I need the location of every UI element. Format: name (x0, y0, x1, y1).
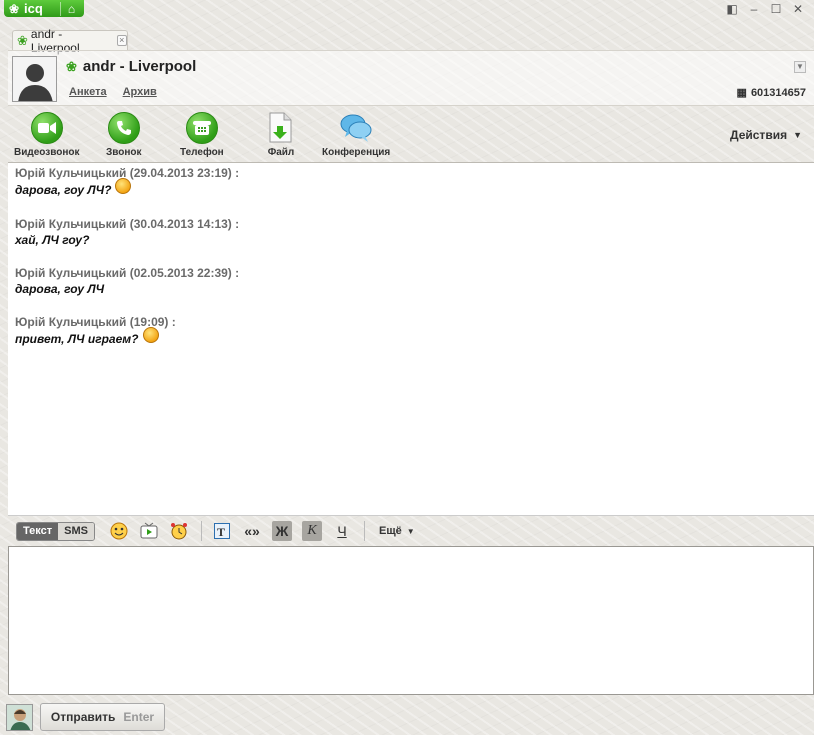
message-header: Юрій Кульчицький (30.04.2013 14:13) : (15, 217, 240, 231)
message-item: Юрій Кульчицький (29.04.2013 23:19) : да… (15, 166, 807, 200)
message-text-row: дарова, гоу ЛЧ? (15, 178, 807, 200)
restore-icon[interactable]: ◧ (724, 2, 740, 16)
phone-button[interactable]: Телефон (180, 112, 224, 158)
windows-icon: ▦ (736, 87, 747, 99)
desk-phone-icon (185, 112, 218, 144)
message-text: дарова, гоу ЛЧ (15, 282, 105, 296)
status-flower-icon: ❀ (66, 59, 77, 74)
message-text-row: привет, ЛЧ играем? (15, 327, 807, 349)
mode-switch: Текст SMS (16, 521, 95, 541)
file-label: Файл (267, 147, 295, 158)
message-item: Юрій Кульчицький (19:09) : привет, ЛЧ иг… (15, 315, 807, 349)
video-message-icon[interactable] (139, 521, 159, 541)
toolbar-separator (201, 521, 202, 541)
call-button[interactable]: Звонок (106, 112, 142, 158)
call-label: Звонок (106, 147, 142, 158)
mode-sms-button[interactable]: SMS (58, 522, 94, 540)
uin-number: 601314657 (750, 86, 806, 99)
profile-link[interactable]: Анкета (69, 86, 107, 98)
chevron-down-icon: ▼ (793, 130, 802, 140)
my-avatar[interactable] (6, 704, 33, 731)
message-item: Юрій Кульчицький (30.04.2013 14:13) : ха… (15, 217, 807, 249)
contact-name: ❀ andr - Liverpool (66, 58, 196, 75)
send-hint: Enter (123, 710, 155, 724)
contact-name-text: andr - Liverpool (82, 58, 197, 75)
video-call-label: Видеозвонок (14, 147, 80, 158)
message-text-row: хай, ЛЧ гоу? (15, 231, 807, 249)
alarm-clock-icon[interactable] (169, 521, 189, 541)
message-header: Юрій Кульчицький (19:09) : (15, 315, 176, 329)
italic-button[interactable]: К (302, 521, 322, 541)
phone-handset-icon (107, 112, 140, 144)
conference-label: Конференция (322, 147, 391, 158)
message-header: Юрій Кульчицький (29.04.2013 23:19) : (15, 166, 240, 180)
actions-label: Действия (730, 128, 788, 142)
archive-link[interactable]: Архив (123, 86, 157, 98)
conference-icon (340, 112, 372, 144)
close-icon[interactable]: ✕ (790, 2, 806, 16)
icq-flower-icon: ❀ (8, 1, 20, 16)
message-item: Юрій Кульчицький (02.05.2013 22:39) : да… (15, 266, 807, 298)
message-input[interactable] (8, 546, 814, 695)
app-name: icq (24, 1, 43, 16)
video-camera-icon (30, 112, 63, 144)
home-icon[interactable]: ⌂ (60, 1, 82, 16)
svg-text:T: T (217, 525, 225, 539)
toolbar-separator (364, 521, 365, 541)
actions-menu[interactable]: Действия ▼ (730, 128, 802, 142)
file-button[interactable]: Файл (265, 112, 297, 158)
tab-conversation[interactable]: ❀ andr - Liverpool × (12, 27, 128, 55)
window-controls: ◧ – ☐ ✕ (724, 2, 806, 16)
more-menu[interactable]: Ещё ▼ (379, 525, 415, 537)
message-text-row: дарова, гоу ЛЧ (15, 280, 807, 298)
message-header: Юрій Кульчицький (02.05.2013 22:39) : (15, 266, 240, 280)
icq-flower-icon: ❀ (17, 33, 28, 48)
quote-button[interactable]: «» (242, 521, 262, 541)
message-text: хай, ЛЧ гоу? (15, 233, 90, 247)
header-collapse-icon[interactable]: ▼ (794, 61, 806, 73)
contact-uin: ▦ 601314657 (736, 86, 806, 100)
contact-avatar[interactable] (12, 56, 57, 102)
conference-button[interactable]: Конференция (322, 112, 390, 158)
send-label: Отправить (50, 710, 116, 724)
message-history[interactable]: Юрій Кульчицький (29.04.2013 23:19) : да… (8, 162, 814, 516)
phone-label: Телефон (180, 147, 224, 158)
minimize-icon[interactable]: – (746, 2, 762, 16)
emoticons-icon[interactable] (109, 521, 129, 541)
message-text: дарова, гоу ЛЧ? (15, 183, 112, 197)
tab-close-icon[interactable]: × (116, 35, 127, 46)
contact-header: ❀ andr - Liverpool Анкета Архив ▼ ▦ 6013… (8, 50, 814, 106)
icq-logo-badge[interactable]: ❀ icq ⌂ (4, 0, 84, 17)
message-text: привет, ЛЧ играем? (15, 332, 139, 346)
call-toolbar: Видеозвонок Звонок Телефон Файл Конферен… (8, 108, 814, 162)
chevron-down-icon: ▼ (406, 526, 415, 536)
file-icon (265, 112, 297, 144)
format-toolbar: Текст SMS T «» Ж К Ч Ещё ▼ (8, 516, 814, 546)
smiley-emoticon-icon (115, 178, 132, 194)
smiley-emoticon-icon (142, 327, 159, 343)
mode-text-button[interactable]: Текст (17, 522, 59, 540)
video-call-button[interactable]: Видеозвонок (14, 112, 80, 158)
bold-button[interactable]: Ж (272, 521, 292, 541)
text-color-icon[interactable]: T (212, 521, 232, 541)
contact-links: Анкета Архив (69, 86, 157, 98)
underline-button[interactable]: Ч (332, 521, 352, 541)
maximize-icon[interactable]: ☐ (768, 2, 784, 16)
more-label: Ещё (379, 525, 402, 537)
send-button[interactable]: Отправить Enter (40, 703, 165, 731)
